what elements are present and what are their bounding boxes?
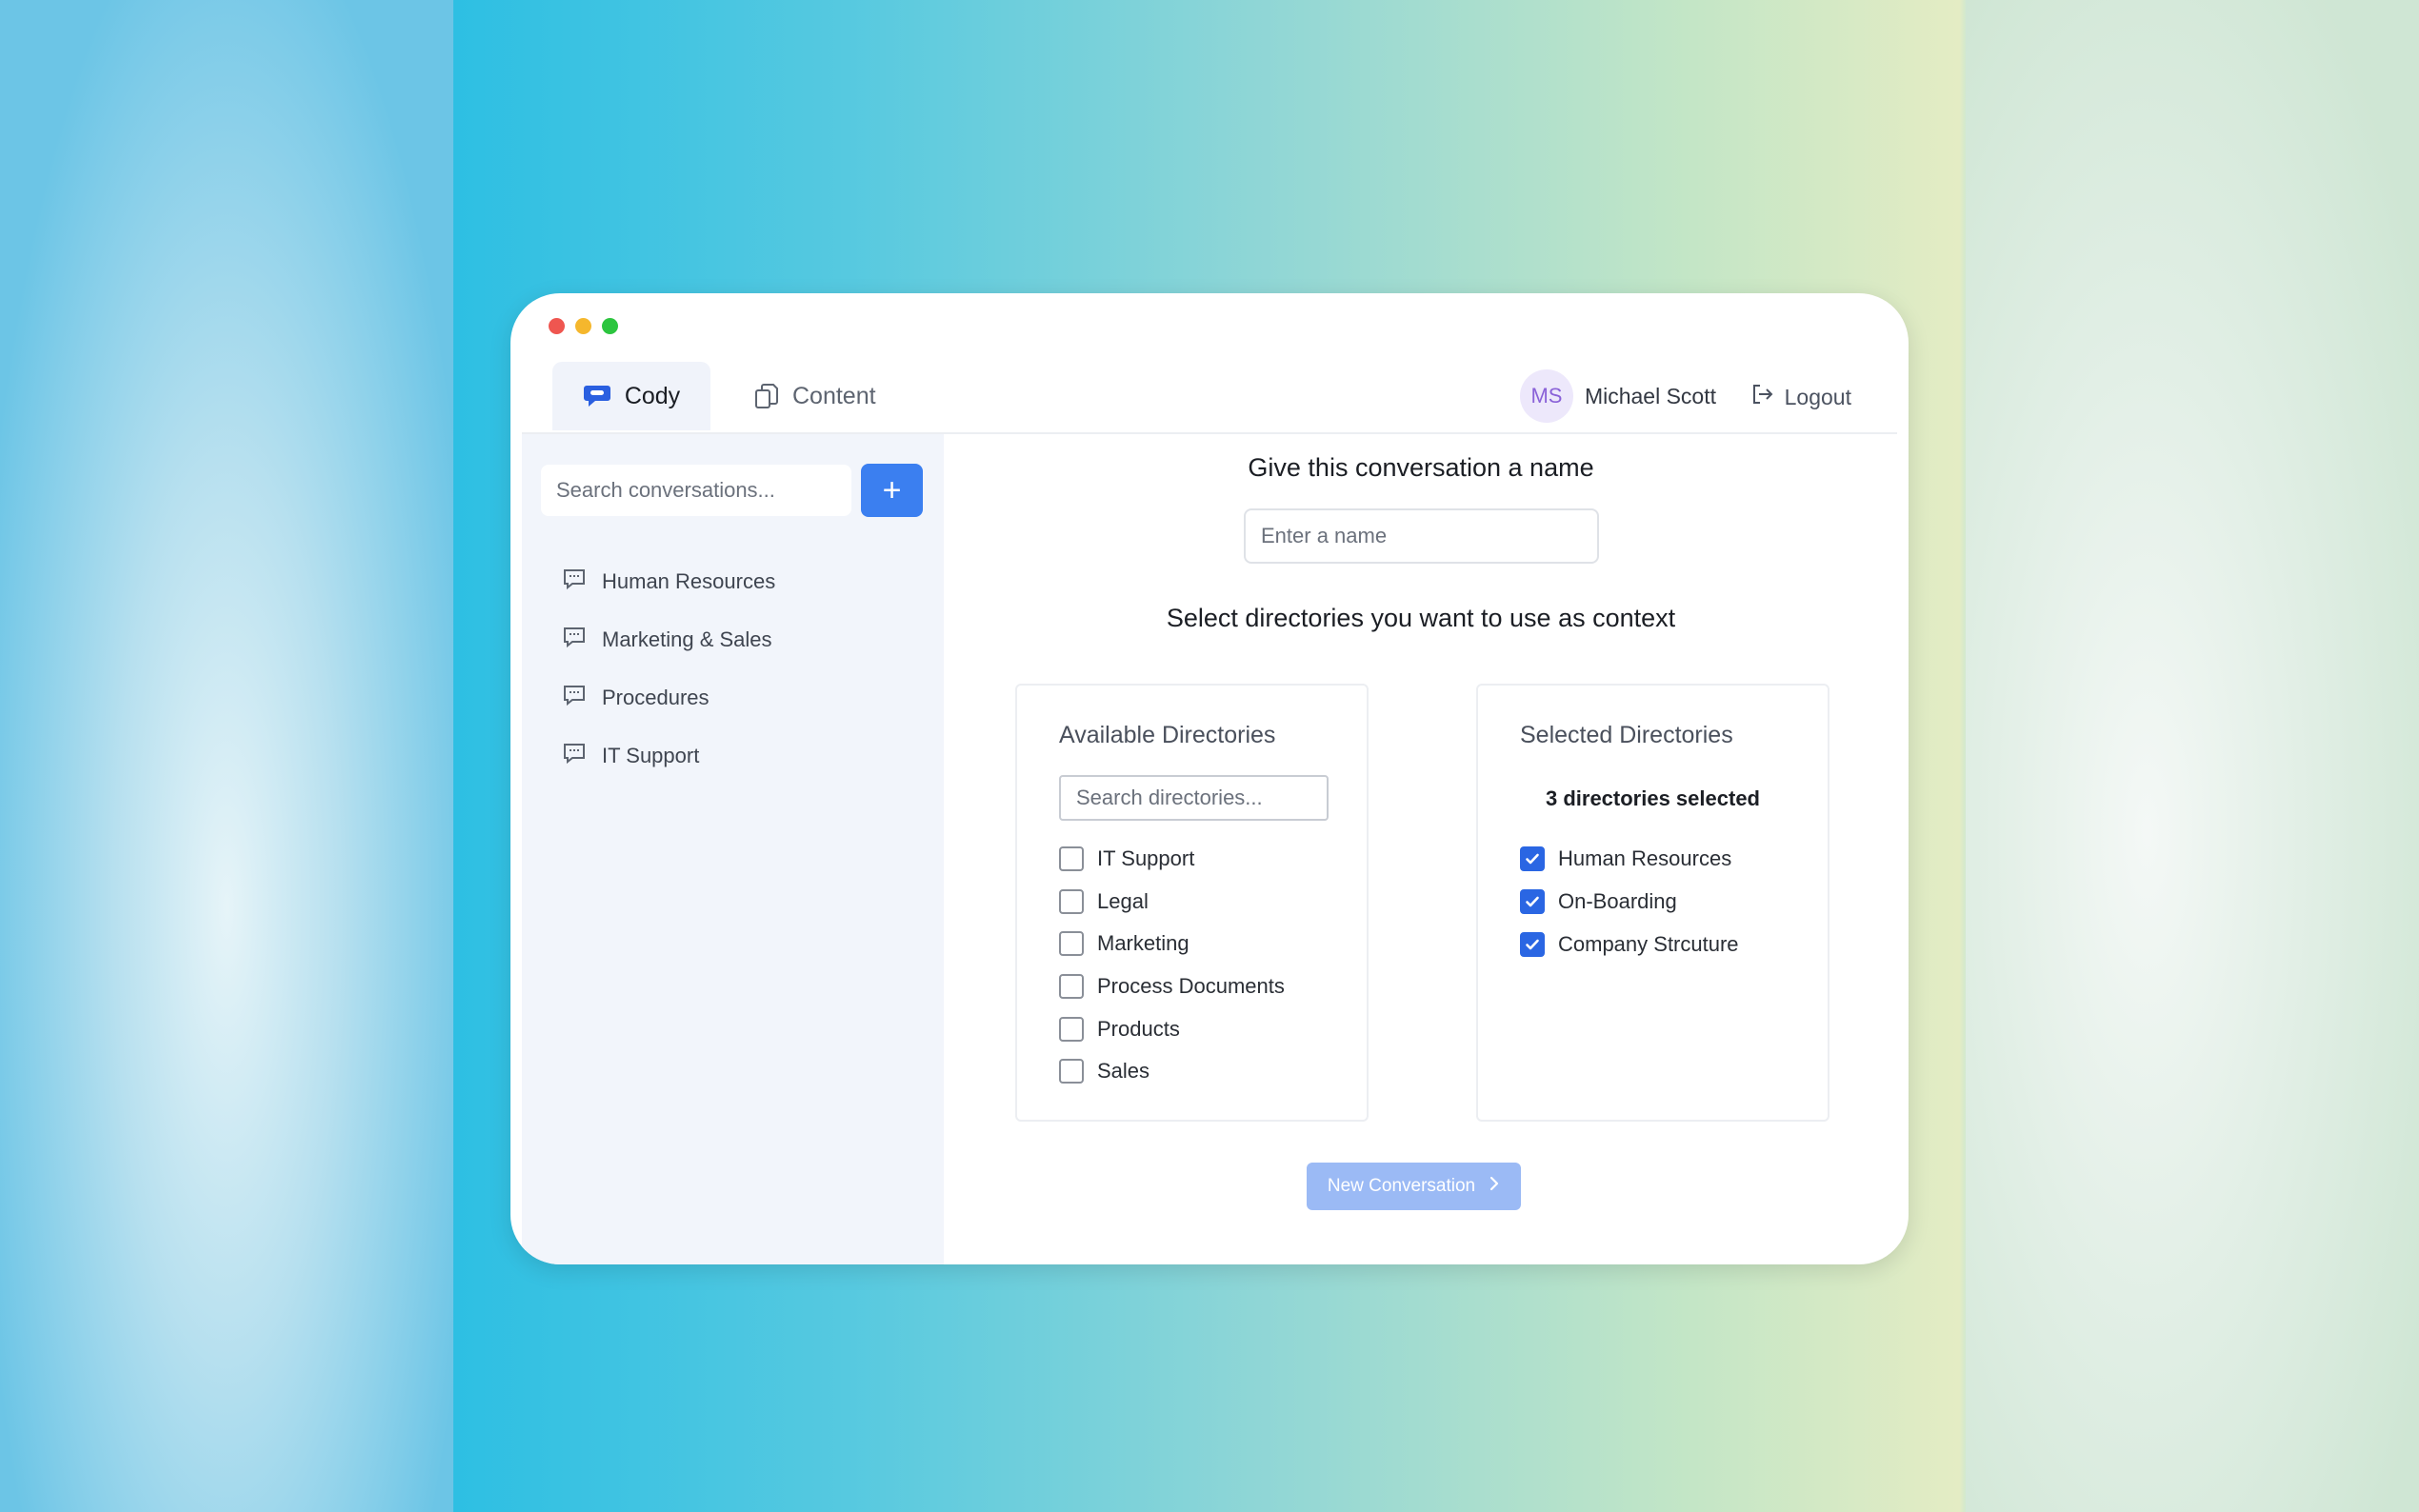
conversation-item[interactable]: Human Resources (562, 552, 775, 610)
directory-label: Marketing (1097, 931, 1190, 956)
name-heading: Give this conversation a name (1248, 453, 1594, 482)
directory-option[interactable]: Legal (1059, 881, 1285, 924)
directory-option[interactable]: IT Support (1059, 838, 1285, 881)
tab-label: Cody (624, 382, 681, 409)
check-icon (1526, 854, 1539, 865)
message-icon (562, 626, 587, 654)
checkbox[interactable] (1059, 1059, 1084, 1084)
minimize-window-button[interactable] (575, 318, 591, 334)
conversation-label: IT Support (602, 743, 700, 767)
checkbox[interactable] (1059, 846, 1084, 872)
selected-directory-list: Human Resources On-Boarding Company Strc… (1520, 838, 1739, 965)
directory-option[interactable]: Products (1059, 1007, 1285, 1050)
app-window: Cody Content MS Michael Scott Logout + H… (510, 293, 1909, 1264)
check-icon (1526, 896, 1539, 907)
checkbox[interactable] (1059, 931, 1084, 957)
directory-label: Human Resources (1558, 846, 1732, 871)
user-profile[interactable]: MS Michael Scott (1519, 369, 1716, 423)
conversation-list: Human Resources Marketing & Sales Proced… (562, 552, 775, 785)
background-left (0, 0, 453, 1512)
top-bar: Cody Content MS Michael Scott Logout (522, 354, 1897, 434)
message-icon (562, 684, 587, 712)
message-icon (562, 567, 587, 596)
sidebar: + Human Resources Marketing & Sales Proc… (522, 434, 944, 1264)
checkbox-checked[interactable] (1520, 846, 1545, 872)
checkbox[interactable] (1059, 888, 1084, 914)
available-directories-panel: Available Directories IT Support Legal M… (1015, 684, 1369, 1122)
close-window-button[interactable] (549, 318, 565, 334)
search-conversations-input[interactable] (541, 465, 851, 516)
user-name: Michael Scott (1584, 383, 1716, 408)
chat-bubble-icon (583, 383, 611, 409)
directory-label: Legal (1097, 888, 1149, 913)
conversation-label: Marketing & Sales (602, 627, 772, 651)
maximize-window-button[interactable] (602, 318, 618, 334)
directory-label: Company Strcuture (1558, 931, 1739, 956)
search-directories-input[interactable] (1059, 775, 1329, 821)
tab-content[interactable]: Content (741, 362, 890, 430)
conversation-item[interactable]: Procedures (562, 668, 775, 726)
selected-count: 3 directories selected (1545, 786, 1760, 810)
directory-option[interactable]: Marketing (1059, 923, 1285, 965)
directory-label: IT Support (1097, 846, 1195, 871)
tab-cody[interactable]: Cody (552, 362, 710, 430)
directory-option[interactable]: Human Resources (1520, 838, 1739, 881)
checkbox-checked[interactable] (1520, 889, 1545, 915)
add-conversation-button[interactable]: + (861, 464, 923, 517)
directory-label: Sales (1097, 1059, 1150, 1084)
checkbox[interactable] (1059, 1016, 1084, 1042)
conversation-label: Procedures (602, 685, 710, 709)
conversation-name-input[interactable] (1244, 508, 1599, 564)
directory-label: Products (1097, 1016, 1180, 1041)
chevron-right-icon (1489, 1176, 1500, 1197)
directories-heading: Select directories you want to use as co… (1166, 604, 1676, 632)
avatar: MS (1519, 369, 1573, 423)
new-conversation-button[interactable]: New Conversation (1307, 1163, 1521, 1210)
directory-label: On-Boarding (1558, 889, 1677, 914)
check-icon (1526, 939, 1539, 950)
directory-option[interactable]: Sales (1059, 1050, 1285, 1093)
logout-button[interactable]: Logout (1750, 383, 1851, 411)
conversation-label: Human Resources (602, 568, 776, 593)
logout-icon (1750, 383, 1775, 411)
message-icon (562, 742, 587, 770)
directory-option[interactable]: On-Boarding (1520, 881, 1739, 924)
panel-title: Selected Directories (1520, 722, 1733, 748)
conversation-item[interactable]: Marketing & Sales (562, 610, 775, 668)
main-panel: Give this conversation a name Select dir… (945, 434, 1909, 1264)
directory-option[interactable]: Company Strcuture (1520, 923, 1739, 965)
documents-icon (754, 383, 779, 409)
background-right (1966, 0, 2419, 1512)
available-directory-list: IT Support Legal Marketing Process Docum… (1059, 838, 1285, 1093)
directory-option[interactable]: Process Documents (1059, 965, 1285, 1008)
selected-directories-panel: Selected Directories 3 directories selec… (1476, 684, 1829, 1122)
logout-label: Logout (1784, 384, 1851, 409)
checkbox-checked[interactable] (1520, 931, 1545, 957)
checkbox[interactable] (1059, 974, 1084, 1000)
directory-label: Process Documents (1097, 974, 1285, 999)
window-controls (549, 318, 618, 334)
conversation-item[interactable]: IT Support (562, 726, 775, 785)
tab-label: Content (792, 382, 876, 409)
panel-title: Available Directories (1059, 722, 1276, 748)
new-conversation-label: New Conversation (1327, 1176, 1476, 1196)
